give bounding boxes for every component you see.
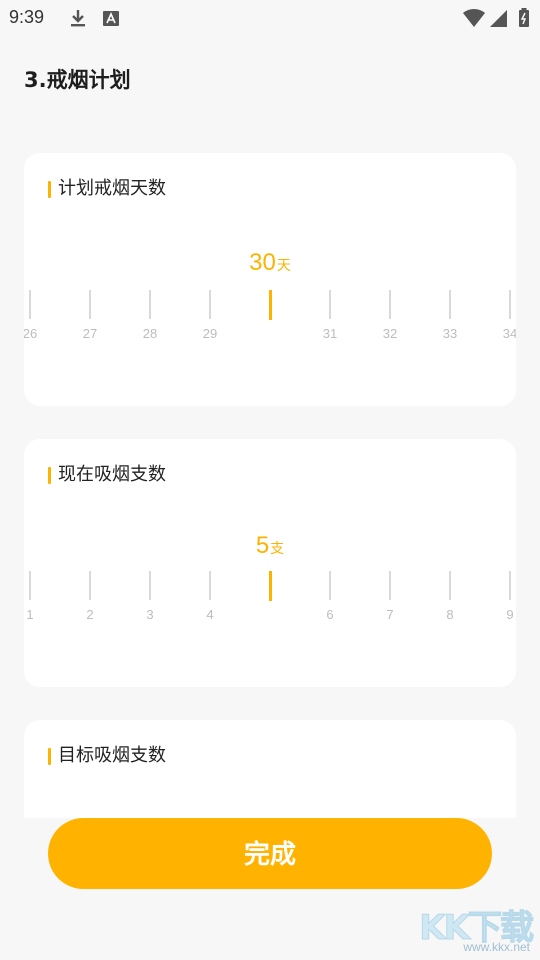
- current-cigarettes-card: 现在吸烟支数 5支 1 2 3 4 6 7 8 9: [24, 439, 516, 687]
- wifi-icon: [462, 8, 486, 32]
- ruler-tick: [149, 571, 151, 600]
- ruler-tick-selected: [268, 571, 272, 601]
- selected-number: 5: [255, 532, 270, 559]
- page-title: 3.戒烟计划: [24, 68, 131, 92]
- ruler-tick-label: 6: [326, 607, 334, 622]
- ruler-tick-label: 34: [502, 326, 516, 341]
- ruler-tick: [89, 290, 91, 319]
- ruler-tick: [509, 571, 511, 600]
- ruler-tick: [29, 290, 31, 319]
- ruler-tick-label: 32: [382, 326, 398, 341]
- ruler-tick-label: 8: [446, 607, 454, 622]
- ruler-tick: [209, 290, 211, 319]
- ruler-tick: [149, 290, 151, 319]
- ruler-tick: [89, 571, 91, 600]
- status-bar: 9:39: [0, 0, 540, 36]
- ruler-tick: [209, 571, 211, 600]
- ruler-tick: [29, 571, 31, 600]
- ruler-tick-label: 27: [82, 326, 98, 341]
- ruler-tick-label: 7: [386, 607, 394, 622]
- ruler-tick-selected: [268, 290, 272, 320]
- status-time: 9:39: [9, 7, 45, 27]
- ruler-tick: [449, 571, 451, 600]
- ruler-tick: [329, 290, 331, 319]
- watermark-url: www.kkx.net: [463, 940, 530, 954]
- selected-unit: 天: [276, 258, 291, 274]
- ruler-tick: [389, 571, 391, 600]
- ruler-tick-label: 33: [442, 326, 458, 341]
- selected-value: 5支: [24, 532, 516, 560]
- ruler-tick-label: 9: [506, 607, 514, 622]
- ruler-tick-label: 4: [206, 607, 214, 622]
- ruler-tick-label: 28: [142, 326, 158, 341]
- ruler-tick-label: 26: [24, 326, 38, 341]
- card-title: 现在吸烟支数: [48, 465, 166, 485]
- cigarettes-ruler[interactable]: 1 2 3 4 6 7 8 9: [24, 571, 516, 631]
- ruler-tick-label: 29: [202, 326, 218, 341]
- signal-icon: [488, 8, 508, 32]
- selected-number: 30: [249, 249, 276, 276]
- ruler-tick-label: 3: [146, 607, 154, 622]
- card-title: 目标吸烟支数: [48, 746, 166, 766]
- ruler-tick: [449, 290, 451, 319]
- watermark-logo: KK下载 www.kkx.net: [410, 900, 535, 956]
- quit-days-card: 计划戒烟天数 30天 26 27 28 29 31 32 33 34: [24, 153, 516, 406]
- done-button[interactable]: 完成: [48, 818, 492, 889]
- ruler-tick-label: 2: [86, 607, 94, 622]
- ruler-tick-label: 1: [26, 607, 34, 622]
- download-icon: [68, 8, 88, 32]
- ruler-tick: [509, 290, 511, 319]
- ruler-tick: [389, 290, 391, 319]
- battery-icon: [518, 8, 530, 32]
- ruler-tick-label: 31: [322, 326, 338, 341]
- card-title: 计划戒烟天数: [48, 179, 166, 199]
- a-notification-icon: [102, 8, 120, 32]
- days-ruler[interactable]: 26 27 28 29 31 32 33 34: [24, 290, 516, 350]
- selected-value: 30天: [24, 249, 516, 277]
- ruler-tick: [329, 571, 331, 600]
- selected-unit: 支: [270, 541, 285, 557]
